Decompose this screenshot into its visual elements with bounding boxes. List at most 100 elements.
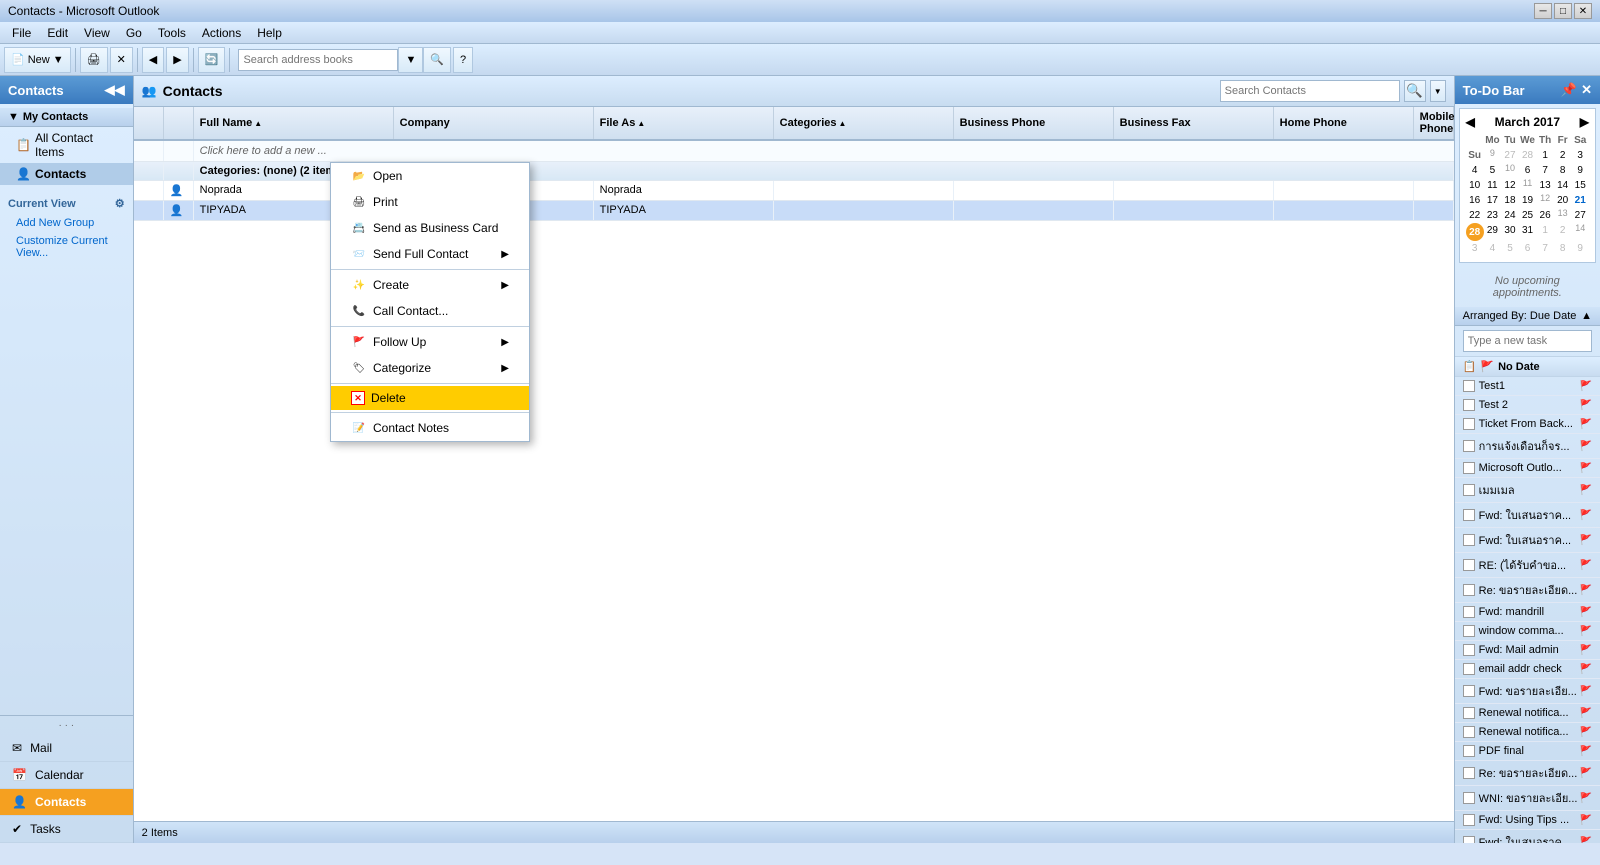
task-checkbox[interactable] (1463, 484, 1475, 496)
task-checkbox[interactable] (1463, 380, 1475, 392)
task-flag-icon[interactable]: 🚩 (1580, 727, 1592, 738)
task-item[interactable]: Fwd: Using Tips ... 🚩 (1455, 811, 1600, 830)
address-book-search-dropdown[interactable]: ▼ (398, 47, 423, 73)
ctx-send-business-card[interactable]: 📇 Send as Business Card (331, 215, 529, 241)
sync-button[interactable]: 🔄 (198, 47, 226, 73)
nav-all-contact-items[interactable]: 📋 All Contact Items (0, 127, 133, 163)
ctx-follow-up[interactable]: 🚩 Follow Up ▶ (331, 329, 529, 355)
ctx-delete[interactable]: ✕ Delete (331, 386, 529, 410)
contacts-search-input[interactable] (1220, 80, 1400, 102)
th-bizphone[interactable]: Business Phone (954, 107, 1114, 139)
task-checkbox[interactable] (1463, 726, 1475, 738)
th-bizfax[interactable]: Business Fax (1114, 107, 1274, 139)
task-item[interactable]: WNI: ขอรายละเอีย... 🚩 (1455, 786, 1600, 811)
ctx-open[interactable]: 📂 Open (331, 163, 529, 189)
add-new-text[interactable]: Click here to add a new ... (194, 141, 394, 161)
nav-tasks[interactable]: ✔ Tasks (0, 816, 133, 843)
task-checkbox[interactable] (1463, 534, 1475, 546)
task-item[interactable]: Fwd: Mail admin 🚩 (1455, 641, 1600, 660)
task-item[interactable]: Fwd: ขอรายละเอีย... 🚩 (1455, 679, 1600, 704)
task-flag-icon[interactable]: 🚩 (1580, 664, 1592, 675)
task-item[interactable]: Fwd: ใบเสนอราค... 🚩 (1455, 503, 1600, 528)
ctx-categorize[interactable]: 🏷 Categorize ▶ (331, 355, 529, 381)
task-flag-icon[interactable]: 🚩 (1580, 815, 1592, 826)
task-flag-icon[interactable]: 🚩 (1580, 381, 1592, 392)
delete-button[interactable]: ✕ (110, 47, 133, 73)
task-flag-icon[interactable]: 🚩 (1580, 645, 1592, 656)
task-flag-icon[interactable]: 🚩 (1580, 746, 1592, 757)
th-categories[interactable]: Categories ▲ (774, 107, 954, 139)
minimize-button[interactable]: ─ (1534, 3, 1552, 19)
menu-edit[interactable]: Edit (39, 24, 76, 42)
task-flag-icon[interactable]: 🚩 (1580, 607, 1592, 618)
task-item[interactable]: Renewal notifica... 🚩 (1455, 723, 1600, 742)
back-button[interactable]: ◀ (142, 47, 164, 73)
help-button[interactable]: ? (453, 47, 473, 73)
todo-bar-close[interactable]: ✕ (1581, 82, 1592, 98)
todo-bar-pin[interactable]: 📌 (1561, 82, 1577, 98)
cal-next-icon[interactable]: ▶ (1580, 115, 1589, 129)
th-fileas[interactable]: File As ▲ (594, 107, 774, 139)
task-item[interactable]: Fwd: ใบเสนอราค... 🚩 (1455, 528, 1600, 553)
task-flag-icon[interactable]: 🚩 (1580, 510, 1592, 521)
task-checkbox[interactable] (1463, 685, 1475, 697)
task-flag-icon[interactable]: 🚩 (1580, 463, 1592, 474)
address-book-search-input[interactable] (238, 49, 398, 71)
task-item[interactable]: PDF final 🚩 (1455, 742, 1600, 761)
menu-file[interactable]: File (4, 24, 39, 42)
ctx-send-full-contact[interactable]: 📨 Send Full Contact ▶ (331, 241, 529, 267)
task-item[interactable]: Test 2 🚩 (1455, 396, 1600, 415)
task-flag-icon[interactable]: 🚩 (1580, 708, 1592, 719)
task-flag-icon[interactable]: 🚩 (1580, 441, 1592, 452)
task-flag-icon[interactable]: 🚩 (1580, 560, 1592, 571)
task-checkbox[interactable] (1463, 792, 1475, 804)
task-flag-icon[interactable]: 🚩 (1580, 626, 1592, 637)
nav-calendar[interactable]: 📅 Calendar (0, 762, 133, 789)
th-homephone[interactable]: Home Phone (1274, 107, 1414, 139)
task-item[interactable]: Microsoft Outlo... 🚩 (1455, 459, 1600, 478)
maximize-button[interactable]: □ (1554, 3, 1572, 19)
task-checkbox[interactable] (1463, 663, 1475, 675)
task-flag-icon[interactable]: 🚩 (1580, 793, 1592, 804)
ctx-contact-notes[interactable]: 📝 Contact Notes (331, 415, 529, 441)
task-checkbox[interactable] (1463, 707, 1475, 719)
task-item[interactable]: Renewal notifica... 🚩 (1455, 704, 1600, 723)
task-checkbox[interactable] (1463, 462, 1475, 474)
nav-contacts[interactable]: 👤 Contacts (0, 163, 133, 185)
th-fullname[interactable]: Full Name ▲ (194, 107, 394, 139)
task-item[interactable]: Test1 🚩 (1455, 377, 1600, 396)
task-flag-icon[interactable]: 🚩 (1580, 768, 1592, 779)
task-item[interactable]: email addr check 🚩 (1455, 660, 1600, 679)
task-checkbox[interactable] (1463, 418, 1475, 430)
customize-view-link[interactable]: Customize Current View... (0, 232, 133, 262)
task-checkbox[interactable] (1463, 644, 1475, 656)
task-checkbox[interactable] (1463, 399, 1475, 411)
task-flag-icon[interactable]: 🚩 (1580, 585, 1592, 596)
contacts-search-dropdown-button[interactable]: ▼ (1430, 80, 1446, 102)
task-item[interactable]: Fwd: mandrill 🚩 (1455, 603, 1600, 622)
menu-actions[interactable]: Actions (194, 24, 249, 42)
task-checkbox[interactable] (1463, 745, 1475, 757)
contacts-search-button[interactable]: 🔍 (1404, 80, 1426, 102)
task-checkbox[interactable] (1463, 559, 1475, 571)
menu-tools[interactable]: Tools (150, 24, 194, 42)
collapse-icon[interactable]: ◀◀ (105, 82, 125, 98)
nav-mail[interactable]: ✉ Mail (0, 735, 133, 762)
add-new-group-link[interactable]: Add New Group (0, 214, 133, 232)
menu-view[interactable]: View (76, 24, 118, 42)
task-checkbox[interactable] (1463, 767, 1475, 779)
task-item[interactable]: การแจ้งเดือนก็จร... 🚩 (1455, 434, 1600, 459)
task-item[interactable]: Re: ขอรายละเอียด... 🚩 (1455, 578, 1600, 603)
task-checkbox[interactable] (1463, 625, 1475, 637)
task-checkbox[interactable] (1463, 584, 1475, 596)
task-flag-icon[interactable]: 🚩 (1580, 837, 1592, 844)
task-checkbox[interactable] (1463, 836, 1475, 843)
task-checkbox[interactable] (1463, 814, 1475, 826)
task-checkbox[interactable] (1463, 606, 1475, 618)
forward-button[interactable]: ▶ (166, 47, 188, 73)
task-checkbox[interactable] (1463, 509, 1475, 521)
print-button[interactable]: 🖨 (80, 47, 108, 73)
task-item[interactable]: RE: (ได้รับคำขอ... 🚩 (1455, 553, 1600, 578)
task-item[interactable]: Re: ขอรายละเอียด... 🚩 (1455, 761, 1600, 786)
today-marker[interactable]: 28 (1466, 223, 1484, 241)
